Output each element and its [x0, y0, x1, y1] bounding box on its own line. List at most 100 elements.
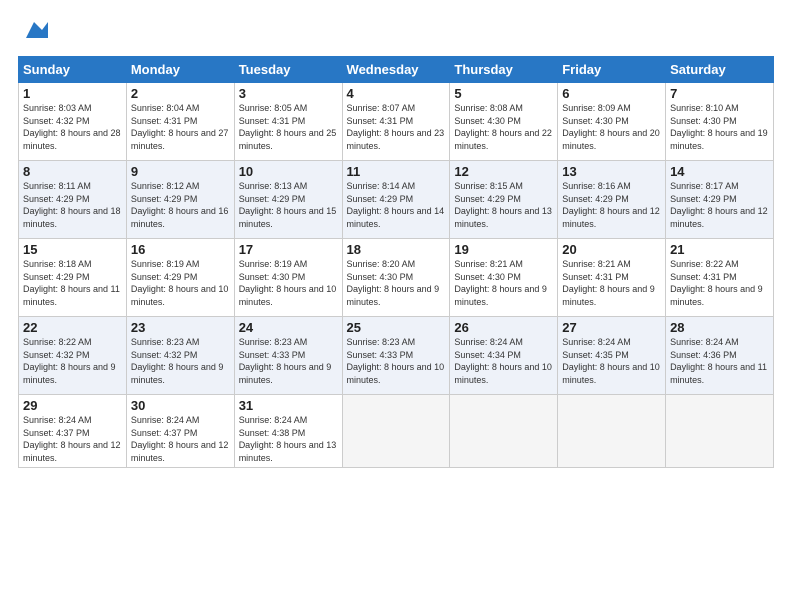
calendar-cell: 23Sunrise: 8:23 AMSunset: 4:32 PMDayligh…	[126, 317, 234, 395]
calendar-cell: 5Sunrise: 8:08 AMSunset: 4:30 PMDaylight…	[450, 83, 558, 161]
calendar-cell: 2Sunrise: 8:04 AMSunset: 4:31 PMDaylight…	[126, 83, 234, 161]
day-number: 25	[347, 320, 446, 335]
calendar-cell: 25Sunrise: 8:23 AMSunset: 4:33 PMDayligh…	[342, 317, 450, 395]
day-info: Sunrise: 8:22 AMSunset: 4:31 PMDaylight:…	[670, 258, 769, 308]
calendar-cell: 20Sunrise: 8:21 AMSunset: 4:31 PMDayligh…	[558, 239, 666, 317]
day-info: Sunrise: 8:18 AMSunset: 4:29 PMDaylight:…	[23, 258, 122, 308]
calendar-cell: 16Sunrise: 8:19 AMSunset: 4:29 PMDayligh…	[126, 239, 234, 317]
weekday-header-monday: Monday	[126, 57, 234, 83]
calendar-cell: 17Sunrise: 8:19 AMSunset: 4:30 PMDayligh…	[234, 239, 342, 317]
calendar-cell: 31Sunrise: 8:24 AMSunset: 4:38 PMDayligh…	[234, 395, 342, 468]
day-number: 19	[454, 242, 553, 257]
day-number: 23	[131, 320, 230, 335]
day-info: Sunrise: 8:24 AMSunset: 4:36 PMDaylight:…	[670, 336, 769, 386]
calendar-cell: 6Sunrise: 8:09 AMSunset: 4:30 PMDaylight…	[558, 83, 666, 161]
day-info: Sunrise: 8:14 AMSunset: 4:29 PMDaylight:…	[347, 180, 446, 230]
calendar-cell	[342, 395, 450, 468]
day-info: Sunrise: 8:23 AMSunset: 4:33 PMDaylight:…	[347, 336, 446, 386]
day-number: 31	[239, 398, 338, 413]
day-number: 3	[239, 86, 338, 101]
week-row-3: 15Sunrise: 8:18 AMSunset: 4:29 PMDayligh…	[19, 239, 774, 317]
day-number: 24	[239, 320, 338, 335]
calendar-cell: 26Sunrise: 8:24 AMSunset: 4:34 PMDayligh…	[450, 317, 558, 395]
calendar-cell	[450, 395, 558, 468]
day-info: Sunrise: 8:24 AMSunset: 4:37 PMDaylight:…	[23, 414, 122, 464]
day-number: 21	[670, 242, 769, 257]
calendar-cell: 18Sunrise: 8:20 AMSunset: 4:30 PMDayligh…	[342, 239, 450, 317]
week-row-1: 1Sunrise: 8:03 AMSunset: 4:32 PMDaylight…	[19, 83, 774, 161]
day-number: 13	[562, 164, 661, 179]
day-number: 18	[347, 242, 446, 257]
day-info: Sunrise: 8:19 AMSunset: 4:29 PMDaylight:…	[131, 258, 230, 308]
calendar-cell: 3Sunrise: 8:05 AMSunset: 4:31 PMDaylight…	[234, 83, 342, 161]
calendar-cell: 21Sunrise: 8:22 AMSunset: 4:31 PMDayligh…	[666, 239, 774, 317]
day-info: Sunrise: 8:19 AMSunset: 4:30 PMDaylight:…	[239, 258, 338, 308]
day-info: Sunrise: 8:13 AMSunset: 4:29 PMDaylight:…	[239, 180, 338, 230]
calendar-cell: 4Sunrise: 8:07 AMSunset: 4:31 PMDaylight…	[342, 83, 450, 161]
weekday-header-wednesday: Wednesday	[342, 57, 450, 83]
weekday-header-thursday: Thursday	[450, 57, 558, 83]
day-number: 9	[131, 164, 230, 179]
page: SundayMondayTuesdayWednesdayThursdayFrid…	[0, 0, 792, 478]
day-number: 29	[23, 398, 122, 413]
calendar-cell: 10Sunrise: 8:13 AMSunset: 4:29 PMDayligh…	[234, 161, 342, 239]
week-row-5: 29Sunrise: 8:24 AMSunset: 4:37 PMDayligh…	[19, 395, 774, 468]
day-number: 12	[454, 164, 553, 179]
logo	[18, 16, 48, 46]
weekday-header-row: SundayMondayTuesdayWednesdayThursdayFrid…	[19, 57, 774, 83]
day-info: Sunrise: 8:07 AMSunset: 4:31 PMDaylight:…	[347, 102, 446, 152]
day-number: 30	[131, 398, 230, 413]
day-info: Sunrise: 8:04 AMSunset: 4:31 PMDaylight:…	[131, 102, 230, 152]
calendar-cell: 24Sunrise: 8:23 AMSunset: 4:33 PMDayligh…	[234, 317, 342, 395]
day-number: 17	[239, 242, 338, 257]
day-info: Sunrise: 8:11 AMSunset: 4:29 PMDaylight:…	[23, 180, 122, 230]
day-number: 16	[131, 242, 230, 257]
calendar-cell: 8Sunrise: 8:11 AMSunset: 4:29 PMDaylight…	[19, 161, 127, 239]
calendar-cell: 29Sunrise: 8:24 AMSunset: 4:37 PMDayligh…	[19, 395, 127, 468]
day-number: 15	[23, 242, 122, 257]
calendar-table: SundayMondayTuesdayWednesdayThursdayFrid…	[18, 56, 774, 468]
calendar-cell: 11Sunrise: 8:14 AMSunset: 4:29 PMDayligh…	[342, 161, 450, 239]
day-info: Sunrise: 8:22 AMSunset: 4:32 PMDaylight:…	[23, 336, 122, 386]
day-number: 26	[454, 320, 553, 335]
weekday-header-friday: Friday	[558, 57, 666, 83]
calendar-cell: 1Sunrise: 8:03 AMSunset: 4:32 PMDaylight…	[19, 83, 127, 161]
weekday-header-saturday: Saturday	[666, 57, 774, 83]
day-info: Sunrise: 8:24 AMSunset: 4:38 PMDaylight:…	[239, 414, 338, 464]
day-number: 28	[670, 320, 769, 335]
day-number: 2	[131, 86, 230, 101]
day-number: 10	[239, 164, 338, 179]
calendar-cell: 13Sunrise: 8:16 AMSunset: 4:29 PMDayligh…	[558, 161, 666, 239]
weekday-header-sunday: Sunday	[19, 57, 127, 83]
day-number: 27	[562, 320, 661, 335]
header	[18, 16, 774, 46]
day-info: Sunrise: 8:23 AMSunset: 4:33 PMDaylight:…	[239, 336, 338, 386]
day-info: Sunrise: 8:24 AMSunset: 4:37 PMDaylight:…	[131, 414, 230, 464]
day-info: Sunrise: 8:15 AMSunset: 4:29 PMDaylight:…	[454, 180, 553, 230]
week-row-4: 22Sunrise: 8:22 AMSunset: 4:32 PMDayligh…	[19, 317, 774, 395]
day-number: 11	[347, 164, 446, 179]
day-info: Sunrise: 8:23 AMSunset: 4:32 PMDaylight:…	[131, 336, 230, 386]
calendar-cell: 30Sunrise: 8:24 AMSunset: 4:37 PMDayligh…	[126, 395, 234, 468]
calendar-cell	[558, 395, 666, 468]
day-info: Sunrise: 8:21 AMSunset: 4:30 PMDaylight:…	[454, 258, 553, 308]
calendar-cell: 7Sunrise: 8:10 AMSunset: 4:30 PMDaylight…	[666, 83, 774, 161]
calendar-cell: 9Sunrise: 8:12 AMSunset: 4:29 PMDaylight…	[126, 161, 234, 239]
day-number: 7	[670, 86, 769, 101]
day-number: 4	[347, 86, 446, 101]
week-row-2: 8Sunrise: 8:11 AMSunset: 4:29 PMDaylight…	[19, 161, 774, 239]
day-number: 14	[670, 164, 769, 179]
day-number: 6	[562, 86, 661, 101]
calendar-cell	[666, 395, 774, 468]
day-info: Sunrise: 8:21 AMSunset: 4:31 PMDaylight:…	[562, 258, 661, 308]
day-info: Sunrise: 8:09 AMSunset: 4:30 PMDaylight:…	[562, 102, 661, 152]
calendar-cell: 28Sunrise: 8:24 AMSunset: 4:36 PMDayligh…	[666, 317, 774, 395]
calendar-cell: 15Sunrise: 8:18 AMSunset: 4:29 PMDayligh…	[19, 239, 127, 317]
day-info: Sunrise: 8:03 AMSunset: 4:32 PMDaylight:…	[23, 102, 122, 152]
day-number: 5	[454, 86, 553, 101]
day-number: 22	[23, 320, 122, 335]
calendar-cell: 12Sunrise: 8:15 AMSunset: 4:29 PMDayligh…	[450, 161, 558, 239]
weekday-header-tuesday: Tuesday	[234, 57, 342, 83]
day-info: Sunrise: 8:08 AMSunset: 4:30 PMDaylight:…	[454, 102, 553, 152]
day-info: Sunrise: 8:17 AMSunset: 4:29 PMDaylight:…	[670, 180, 769, 230]
